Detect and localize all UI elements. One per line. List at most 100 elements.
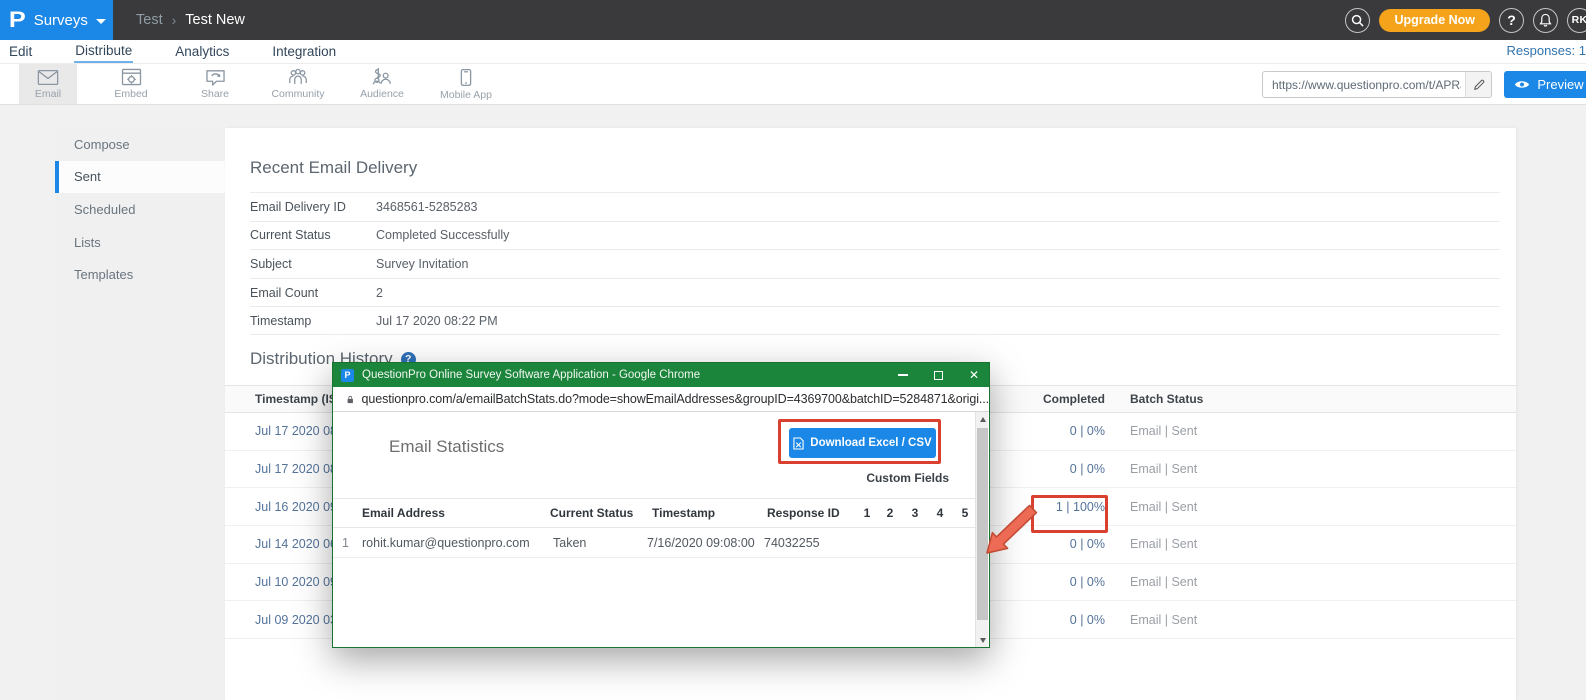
annotation-box-download: Download Excel / CSV [778,419,941,464]
completed-link[interactable]: 0 | 0% [1070,424,1105,438]
completed-link[interactable]: 0 | 0% [1070,575,1105,589]
user-avatar[interactable]: RK [1567,8,1586,33]
nav-tabs: Edit Distribute Analytics Integration [8,40,337,63]
tab-distribute[interactable]: Distribute [74,41,133,63]
upgrade-now-button[interactable]: Upgrade Now [1379,9,1490,32]
row-value: 3468561-5285283 [376,200,478,214]
table-row: Email Delivery ID 3468561-5285283 [250,192,1500,221]
recent-delivery-title: Recent Email Delivery [250,158,417,178]
download-excel-csv-button[interactable]: Download Excel / CSV [789,428,936,458]
excel-file-icon [793,437,804,450]
mobile-app-icon [460,68,472,87]
email-icon [37,69,59,86]
survey-nav: Edit Distribute Analytics Integration Re… [0,40,1586,63]
responses-count[interactable]: Responses: 1 [1507,43,1586,58]
completed-link[interactable]: 0 | 0% [1070,537,1105,551]
annotation-arrow-icon [975,503,1039,559]
popup-address-bar[interactable]: questionpro.com/a/emailBatchStats.do?mod… [333,387,989,412]
preview-button[interactable]: Preview [1504,71,1586,98]
tab-analytics[interactable]: Analytics [174,42,230,62]
scroll-down-button[interactable] [976,633,989,647]
batch-status: Email | Sent [1130,575,1197,589]
toolbar-item-share[interactable]: Share [186,64,244,104]
email-address: rohit.kumar@questionpro.com [362,536,530,550]
email-statistics-title: Email Statistics [389,437,504,457]
toolbar-item-label: Embed [114,88,147,100]
recent-delivery-table: Email Delivery ID 3468561-5285283 Curren… [250,192,1500,335]
sidebar-item-compose[interactable]: Compose [55,128,225,161]
toolbar-item-mobile-app[interactable]: Mobile App [437,64,495,104]
row-label: Email Delivery ID [250,200,376,214]
col-custom-1: 1 [857,506,877,520]
table-row: Subject Survey Invitation [250,249,1500,278]
breadcrumb: Test › Test New [136,0,245,40]
edit-url-button[interactable] [1465,72,1491,97]
pencil-icon [1473,79,1485,91]
toolbar-item-label: Email [35,88,61,100]
table-row: Current Status Completed Successfully [250,221,1500,250]
sidebar-item-sent[interactable]: Sent [55,161,225,194]
toolbar-item-label: Share [201,88,229,100]
sidebar-item-templates[interactable]: Templates [55,258,225,291]
email-sidebar: Compose Sent Scheduled Lists Templates [55,128,225,700]
completed-link[interactable]: 0 | 0% [1070,613,1105,627]
row-label: Subject [250,257,376,271]
sidebar-item-scheduled[interactable]: Scheduled [55,193,225,226]
questionpro-logo-icon: P [9,7,26,33]
breadcrumb-parent[interactable]: Test [136,12,163,28]
row-index: 1 [342,536,349,550]
row-label: Timestamp [250,314,376,328]
col-custom-3: 3 [905,506,925,520]
toolbar-item-label: Mobile App [440,89,492,101]
upgrade-now-label: Upgrade Now [1394,13,1475,27]
table-row: Email Count 2 [250,278,1500,307]
col-custom-2: 2 [880,506,900,520]
toolbar-item-email[interactable]: Email [19,64,77,104]
breadcrumb-current: Test New [185,12,245,28]
notifications-button[interactable] [1533,8,1558,33]
email-statistics-popup: P QuestionPro Online Survey Software App… [332,362,990,648]
scroll-up-button[interactable] [976,412,989,426]
toolbar-item-embed[interactable]: Embed [102,64,160,104]
close-icon[interactable]: ✕ [969,369,979,381]
header-actions: Upgrade Now ? RK [1345,0,1586,40]
popup-content: Email Statistics Download Excel / CSV Cu… [333,412,989,647]
share-icon [205,68,226,86]
batch-status: Email | Sent [1130,500,1197,514]
custom-fields-label: Custom Fields [866,471,949,485]
col-current-status: Current Status [550,506,633,520]
batch-status: Email | Sent [1130,537,1197,551]
sidebar-item-lists[interactable]: Lists [55,226,225,259]
app-header: P Surveys Test › Test New Upgrade Now ? [0,0,1586,40]
help-button[interactable]: ? [1499,8,1524,33]
search-icon [1351,14,1364,27]
tab-edit[interactable]: Edit [8,42,33,62]
toolbar-item-label: Audience [360,88,404,100]
minimize-icon[interactable] [898,374,908,376]
row-value: Survey Invitation [376,257,468,271]
window-controls: ✕ [898,363,979,387]
survey-url-field [1262,71,1492,98]
download-button-label: Download Excel / CSV [810,437,931,449]
embed-icon [121,68,142,86]
batch-status: Email | Sent [1130,424,1197,438]
table-row: Timestamp Jul 17 2020 08:22 PM [250,306,1500,335]
survey-url-input[interactable] [1263,72,1465,97]
toolbar-item-community[interactable]: Community [269,64,327,104]
maximize-icon[interactable] [934,371,943,380]
toolbar-item-audience[interactable]: Audience [353,64,411,104]
completed-link[interactable]: 0 | 0% [1070,462,1105,476]
batch-status: Email | Sent [1130,462,1197,476]
bell-icon [1539,13,1552,27]
timestamp: 7/16/2020 09:08:00 [647,536,755,550]
distribute-toolbar: Email Embed Share [0,63,1586,105]
row-label: Email Count [250,286,376,300]
surveys-menu[interactable]: P Surveys [0,0,113,40]
audience-icon [371,68,393,86]
tab-integration[interactable]: Integration [271,42,337,62]
popup-titlebar[interactable]: P QuestionPro Online Survey Software App… [333,363,989,387]
popup-table-header: Email Address Current Status Timestamp R… [333,498,976,528]
col-custom-5: 5 [955,506,975,520]
questionpro-logo-icon: P [341,369,354,382]
search-button[interactable] [1345,8,1370,33]
